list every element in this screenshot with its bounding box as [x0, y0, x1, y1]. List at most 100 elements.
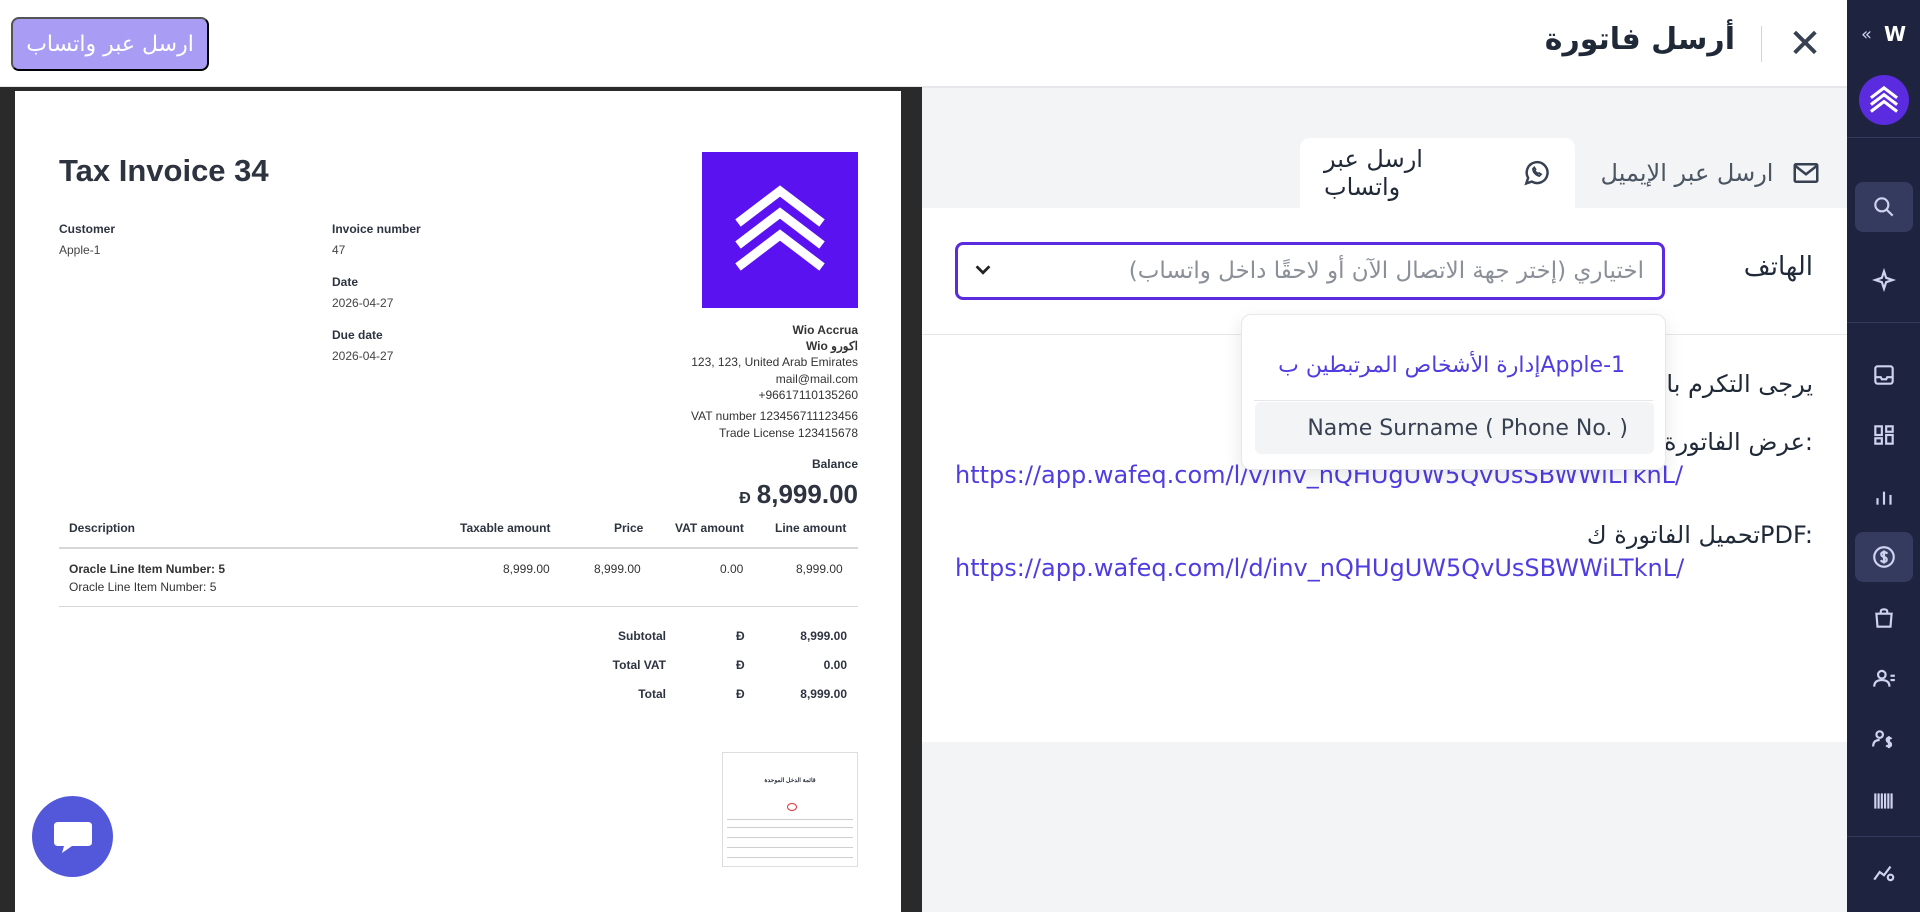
thumbnail-line	[727, 857, 853, 858]
trade-license: Trade License 123415678	[719, 426, 858, 440]
balance-label: Balance	[811, 457, 858, 471]
thumbnail-line	[727, 827, 853, 828]
header-divider	[1761, 26, 1762, 62]
app-sidebar: « W	[1847, 0, 1920, 912]
company-email: mail@mail.com	[775, 372, 858, 386]
tab-label: ارسل عبر الإيميل	[1600, 159, 1774, 187]
message-greeting: يرجى التكرم بال	[1648, 370, 1813, 398]
organization-logo-icon	[1869, 86, 1899, 113]
sidebar-divider	[1847, 322, 1920, 323]
invoice-number-label: Invoice number	[332, 222, 421, 236]
column-header: Taxable amount	[460, 521, 551, 535]
sidebar-divider	[1847, 836, 1920, 837]
send-whatsapp-button[interactable]: ارسل عبر واتساب	[11, 17, 209, 71]
barcode-icon[interactable]	[1855, 776, 1913, 826]
dropdown-divider	[1254, 400, 1653, 401]
thumbnail-line	[727, 837, 853, 838]
whatsapp-icon	[1523, 160, 1549, 186]
page: ارسل عبر واتساب أرسل فاتورة ✕ Tax Invoic…	[0, 0, 1920, 912]
customer-value: Apple-1	[59, 243, 101, 257]
sidebar-header: « W	[1847, 0, 1920, 68]
date-value: 2026-04-27	[332, 296, 394, 310]
mail-icon	[1793, 163, 1819, 183]
invoice-document: Tax Invoice 34 Customer Apple-1 Invoice …	[15, 91, 901, 912]
thumbnail-title: قائمة الدخل الموحدة	[764, 778, 816, 784]
subtotal-value: 8,999.00	[800, 629, 847, 643]
wafeq-logo-icon: W	[1883, 22, 1907, 46]
chat-support-button[interactable]	[32, 796, 113, 877]
company-phone: +96617110135260	[758, 388, 858, 402]
bar-chart-icon[interactable]	[1855, 471, 1913, 521]
dashboard-icon[interactable]	[1855, 410, 1913, 460]
item-description: Oracle Line Item Number: 5	[69, 580, 217, 594]
contact-option[interactable]: Name Surname ( Phone No. )	[1255, 402, 1654, 454]
dollar-icon[interactable]	[1855, 532, 1913, 582]
item-price: 8,999.00	[594, 562, 641, 576]
customer-label: Customer	[59, 222, 116, 236]
close-icon[interactable]: ✕	[1788, 24, 1822, 64]
total-value: 8,999.00	[800, 687, 847, 701]
currency-symbol: Đ	[739, 490, 751, 507]
thumbnail-line	[727, 847, 853, 848]
currency-symbol: Đ	[736, 687, 745, 701]
total-vat-label: Total VAT	[612, 658, 666, 672]
item-taxable: 8,999.00	[503, 562, 550, 576]
table-row-divider	[59, 606, 858, 607]
company-name-ar: Wio اكورو	[805, 339, 858, 353]
manage-contacts-link[interactable]: إدارة الأشخاص المرتبطين بApple-1	[1278, 353, 1625, 378]
company-logo	[702, 152, 858, 308]
preview-toolbar: ارسل عبر واتساب	[0, 0, 922, 87]
item-title: Oracle Line Item Number: 5	[69, 562, 226, 576]
search-icon[interactable]	[1855, 182, 1913, 232]
wafeq-chevrons-icon	[735, 185, 825, 271]
currency-symbol: Đ	[736, 629, 745, 643]
item-line-amount: 8,999.00	[796, 562, 843, 576]
invoice-number-value: 47	[332, 243, 346, 257]
organization-avatar[interactable]	[1859, 75, 1909, 125]
download-pdf-link[interactable]: https://app.wafeq.com/l/d/inv_nQHUgUW5Qv…	[955, 554, 1684, 582]
currency-symbol: Đ	[736, 658, 745, 672]
date-label: Date	[332, 275, 359, 289]
phone-label: الهاتف	[1743, 252, 1813, 282]
tab-email[interactable]: ارسل عبر الإيميل	[1575, 138, 1847, 208]
tab-label: ارسل عبر واتساب	[1324, 145, 1423, 201]
balance-value: 8,999.00	[756, 479, 858, 509]
table-header-divider	[59, 547, 858, 549]
subtotal-label: Subtotal	[618, 629, 666, 643]
analytics-settings-icon[interactable]	[1855, 847, 1913, 897]
due-date-value: 2026-04-27	[332, 349, 394, 363]
phone-select[interactable]: اختياري (إختر جهة الاتصال الآن أو لاحقًا…	[955, 242, 1665, 300]
phone-placeholder: اختياري (إختر جهة الاتصال الآن أو لاحقًا…	[1128, 258, 1644, 284]
tab-whatsapp[interactable]: ارسل عبر واتساب	[1300, 138, 1575, 208]
due-date-label: Due date	[332, 328, 383, 342]
vat-number: VAT number 123456711123456	[690, 409, 858, 423]
sparkle-icon[interactable]	[1855, 255, 1913, 305]
contacts-icon[interactable]	[1855, 654, 1913, 704]
column-header: VAT amount	[675, 521, 744, 535]
attached-report-thumbnail[interactable]: قائمة الدخل الموحدة	[722, 752, 858, 867]
chat-icon	[53, 821, 92, 853]
inbox-icon[interactable]	[1855, 350, 1913, 400]
company-name: Wio Accrua	[792, 323, 858, 337]
company-address: 123, 123, United Arab Emirates	[691, 355, 858, 369]
total-label: Total	[638, 687, 666, 701]
column-header: Price	[614, 521, 644, 535]
shopping-bag-icon[interactable]	[1855, 593, 1913, 643]
collapse-sidebar-icon[interactable]: «	[1861, 24, 1872, 45]
column-header: Line amount	[775, 521, 847, 535]
contact-dropdown: إدارة الأشخاص المرتبطين بApple-1 Name Su…	[1241, 314, 1666, 470]
chevron-down-icon	[975, 265, 991, 275]
view-invoice-label: عرض الفاتورة:	[1664, 428, 1813, 456]
download-pdf-label: تحميل الفاتورة كPDF:	[1586, 521, 1813, 549]
invoice-title: Tax Invoice 34	[59, 153, 269, 188]
send-method-tabs: ارسل عبر واتساب ارسل عبر الإيميل	[1300, 138, 1847, 208]
thumbnail-line	[727, 819, 853, 820]
column-header: Description	[69, 521, 136, 535]
total-vat-value: 0.00	[823, 658, 847, 672]
payroll-icon[interactable]	[1855, 715, 1913, 765]
stamp-icon	[787, 803, 797, 811]
balance-amount: Đ 8,999.00	[739, 479, 858, 510]
page-title: أرسل فاتورة	[1544, 22, 1735, 57]
item-vat: 0.00	[720, 562, 744, 576]
sidebar-divider	[1847, 137, 1920, 138]
